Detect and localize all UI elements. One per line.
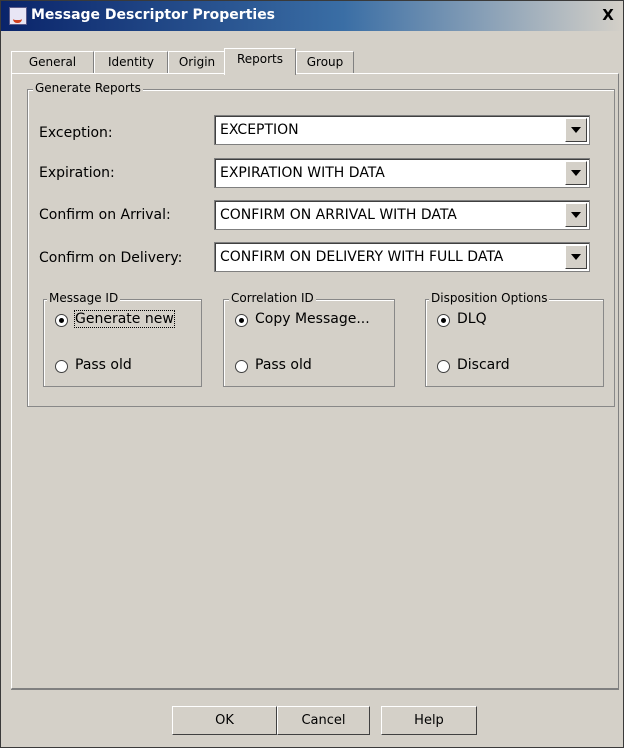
expiration-combo[interactable]: EXPIRATION WITH DATA [214,158,590,188]
confirm-arrival-value: CONFIRM ON ARRIVAL WITH DATA [220,207,457,223]
disposition-options-legend: Disposition Options [429,291,550,305]
disposition-discard-radio[interactable]: Discard [437,357,597,377]
help-button[interactable]: Help [381,706,477,735]
chevron-down-icon[interactable] [565,118,587,142]
radio-selected-icon[interactable] [55,314,68,327]
correlation-id-legend: Correlation ID [229,291,316,305]
close-icon[interactable]: X [599,6,617,24]
radio-unselected-icon[interactable] [55,360,68,373]
correlation-id-copy-message-radio[interactable]: Copy Message... [235,311,390,331]
title-bar[interactable]: Message Descriptor Properties X [1,1,623,31]
dialog-window: Message Descriptor Properties X General … [0,0,624,748]
confirm-arrival-label: Confirm on Arrival: [39,207,171,223]
message-id-legend: Message ID [47,291,121,305]
tab-general[interactable]: General [11,51,94,73]
message-id-pass-old-radio[interactable]: Pass old [55,357,195,377]
disposition-dlq-radio[interactable]: DLQ [437,311,597,331]
tab-identity[interactable]: Identity [94,51,168,73]
radio-label: DLQ [457,311,487,327]
radio-label: Generate new [74,310,175,328]
confirm-delivery-combo[interactable]: CONFIRM ON DELIVERY WITH FULL DATA [214,242,590,272]
confirm-delivery-value: CONFIRM ON DELIVERY WITH FULL DATA [220,249,504,265]
radio-unselected-icon[interactable] [437,360,450,373]
exception-label: Exception: [39,125,113,141]
exception-value: EXCEPTION [220,122,299,138]
radio-selected-icon[interactable] [437,314,450,327]
confirm-arrival-combo[interactable]: CONFIRM ON ARRIVAL WITH DATA [214,200,590,230]
radio-unselected-icon[interactable] [235,360,248,373]
window-title: Message Descriptor Properties [31,7,276,23]
chevron-down-icon[interactable] [565,161,587,185]
radio-label: Discard [457,357,510,373]
tab-origin[interactable]: Origin [168,51,226,73]
message-id-generate-new-radio[interactable]: Generate new [55,310,195,331]
generate-reports-legend: Generate Reports [33,81,143,95]
chevron-down-icon[interactable] [565,245,587,269]
expiration-label: Expiration: [39,165,115,181]
ok-button[interactable]: OK [172,706,277,735]
chevron-down-icon[interactable] [565,203,587,227]
java-app-icon [9,7,27,25]
tab-group[interactable]: Group [296,51,354,73]
radio-label: Pass old [255,357,312,373]
radio-selected-icon[interactable] [235,314,248,327]
confirm-delivery-label: Confirm on Delivery: [39,250,183,266]
radio-label: Copy Message... [255,311,370,327]
radio-label: Pass old [75,357,132,373]
correlation-id-pass-old-radio[interactable]: Pass old [235,357,390,377]
expiration-value: EXPIRATION WITH DATA [220,165,385,181]
exception-combo[interactable]: EXCEPTION [214,115,590,145]
tab-reports[interactable]: Reports [224,48,296,75]
cancel-button[interactable]: Cancel [277,706,370,735]
